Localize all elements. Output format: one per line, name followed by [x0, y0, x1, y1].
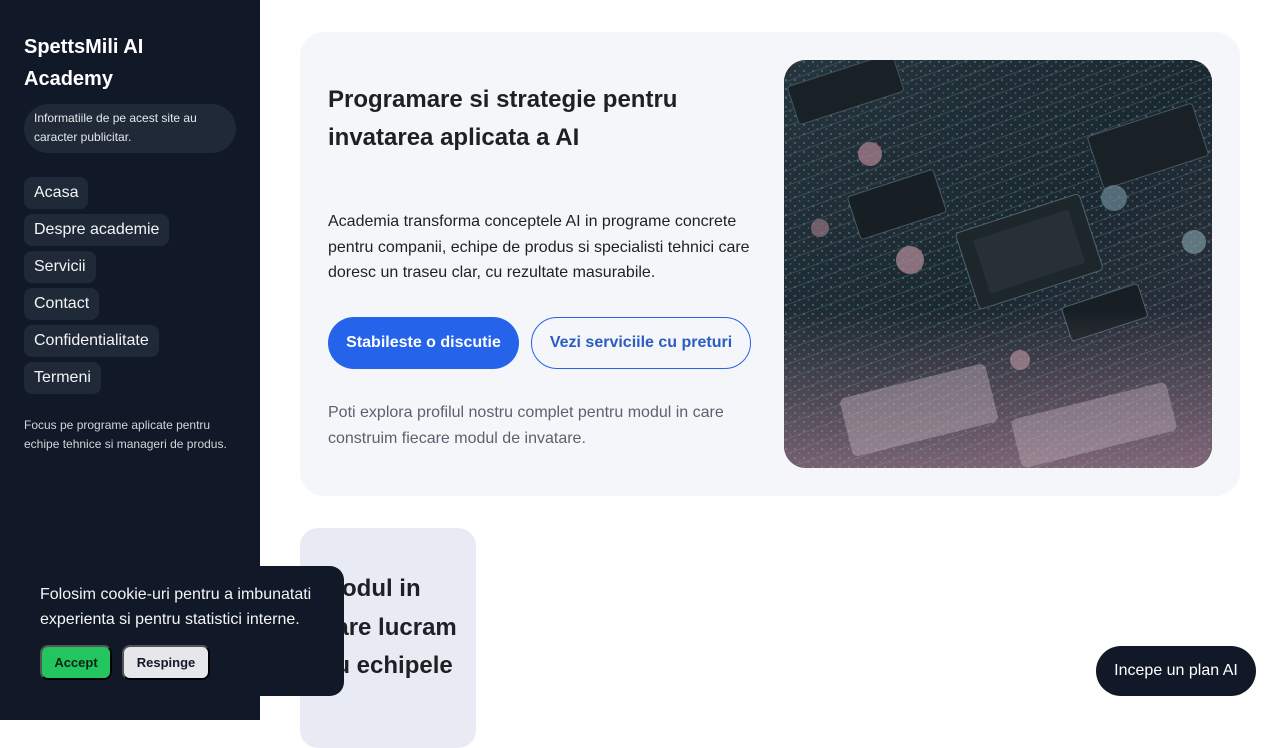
start-ai-plan-button[interactable]: Incepe un plan AI — [1096, 646, 1256, 696]
schedule-discussion-button[interactable]: Stabileste o discutie — [328, 317, 519, 369]
sidebar-nav: Acasa Despre academie Servicii Contact C… — [24, 177, 236, 394]
nav-item-servicii[interactable]: Servicii — [24, 251, 96, 283]
cookie-actions: Accept Respinge — [40, 645, 210, 680]
view-services-button[interactable]: Vezi serviciile cu preturi — [531, 317, 751, 369]
ad-notice: Informatiile de pe acest site au caracte… — [24, 104, 236, 153]
brand-name[interactable]: SpettsMili AI Academy — [24, 31, 236, 95]
cookie-banner: Folosim cookie-uri pentru a imbunatati e… — [24, 566, 344, 696]
nav-item-confidentialitate[interactable]: Confidentialitate — [24, 325, 159, 357]
circuit-board-image — [784, 60, 1212, 468]
nav-item-acasa[interactable]: Acasa — [24, 177, 89, 209]
accept-cookies-button[interactable]: Accept — [40, 645, 112, 680]
reject-cookies-button[interactable]: Respinge — [122, 645, 210, 680]
nav-item-contact[interactable]: Contact — [24, 288, 100, 320]
nav-item-despre-academie[interactable]: Despre academie — [24, 214, 170, 246]
hero-note: Poti explora profilul nostru complet pen… — [328, 404, 724, 447]
sidebar-note: Focus pe programe aplicate pentru echipe… — [24, 418, 227, 451]
hero-card: Programare si strategie pentru invatarea… — [300, 32, 1240, 496]
hero-description: Academia transforma conceptele AI in pro… — [328, 213, 750, 281]
cookie-text: Folosim cookie-uri pentru a imbunatati e… — [40, 586, 312, 628]
nav-item-termeni[interactable]: Termeni — [24, 362, 101, 394]
hero-title: Programare si strategie pentru invatarea… — [328, 86, 678, 151]
